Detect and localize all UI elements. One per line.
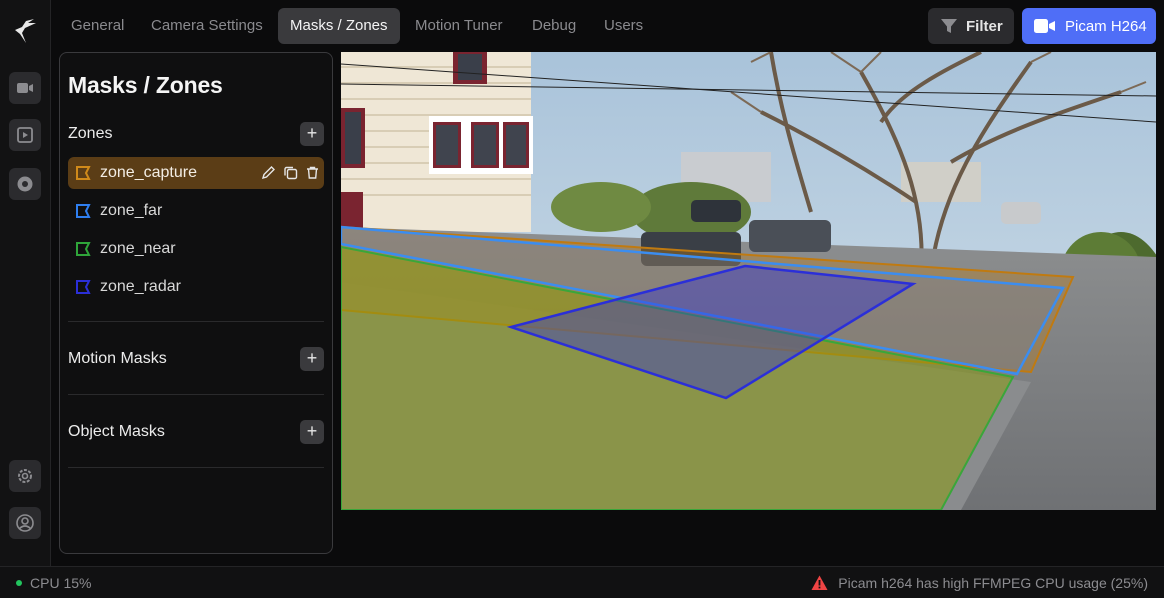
edit-pencil-icon[interactable] bbox=[261, 165, 276, 180]
cpu-status: CPU 15% bbox=[16, 575, 91, 591]
polygon-icon bbox=[76, 280, 91, 294]
logo-icon[interactable] bbox=[12, 17, 38, 47]
cpu-usage-text: CPU 15% bbox=[30, 575, 92, 591]
sidebar-rail bbox=[0, 0, 51, 566]
video-camera-icon[interactable] bbox=[9, 72, 41, 104]
divider bbox=[68, 394, 324, 395]
tab-camera-settings[interactable]: Camera Settings bbox=[139, 8, 275, 44]
copy-icon[interactable] bbox=[283, 165, 298, 180]
zone-item-capture[interactable]: zone_capture bbox=[68, 157, 324, 189]
cpu-warning[interactable]: Picam h264 has high FFMPEG CPU usage (25… bbox=[811, 575, 1148, 591]
polygon-icon bbox=[76, 166, 91, 180]
tab-motion-tuner[interactable]: Motion Tuner bbox=[403, 8, 515, 44]
polygon-icon bbox=[76, 204, 91, 218]
explore-icon[interactable] bbox=[9, 168, 41, 200]
warning-text: Picam h264 has high FFMPEG CPU usage (25… bbox=[838, 575, 1148, 591]
zone-item-near[interactable]: zone_near bbox=[68, 233, 324, 265]
zone-name: zone_far bbox=[100, 202, 163, 219]
zone-name: zone_radar bbox=[100, 278, 181, 295]
status-dot-icon bbox=[16, 580, 22, 586]
panel-title: Masks / Zones bbox=[68, 72, 223, 98]
status-bar: CPU 15% Picam h264 has high FFMPEG CPU u… bbox=[0, 566, 1164, 598]
zone-item-radar[interactable]: zone_radar bbox=[68, 271, 324, 303]
camera-feed[interactable] bbox=[341, 52, 1156, 510]
tab-masks-zones[interactable]: Masks / Zones bbox=[278, 8, 400, 44]
zones-heading: Zones bbox=[68, 125, 113, 142]
tab-debug[interactable]: Debug bbox=[520, 8, 588, 44]
object-masks-heading: Object Masks bbox=[68, 423, 165, 440]
tab-general[interactable]: General bbox=[59, 8, 136, 44]
zone-item-far[interactable]: zone_far bbox=[68, 195, 324, 227]
polygon-icon bbox=[76, 242, 91, 256]
zone-name: zone_near bbox=[100, 240, 176, 257]
camera-select-label: Picam H264 bbox=[1065, 17, 1147, 35]
settings-gear-icon[interactable] bbox=[9, 460, 41, 492]
video-camera-icon bbox=[1034, 19, 1055, 33]
add-object-mask-button[interactable]: + bbox=[300, 420, 324, 444]
divider bbox=[68, 467, 324, 468]
account-icon[interactable] bbox=[9, 507, 41, 539]
trash-icon[interactable] bbox=[305, 165, 320, 180]
add-zone-button[interactable]: + bbox=[300, 122, 324, 146]
camera-select-button[interactable]: Picam H264 bbox=[1022, 8, 1156, 44]
camera-frame-image bbox=[341, 52, 1156, 510]
motion-masks-heading: Motion Masks bbox=[68, 350, 167, 367]
masks-zones-panel: Masks / Zones Zones + zone_capture zone_… bbox=[59, 52, 333, 554]
filter-icon bbox=[941, 19, 957, 33]
filter-button-label: Filter bbox=[966, 17, 1003, 35]
add-motion-mask-button[interactable]: + bbox=[300, 347, 324, 371]
zone-name: zone_capture bbox=[100, 164, 197, 181]
warning-triangle-icon bbox=[811, 575, 828, 590]
filter-button[interactable]: Filter bbox=[928, 8, 1014, 44]
recordings-icon[interactable] bbox=[9, 119, 41, 151]
divider bbox=[68, 321, 324, 322]
tab-users[interactable]: Users bbox=[592, 8, 655, 44]
